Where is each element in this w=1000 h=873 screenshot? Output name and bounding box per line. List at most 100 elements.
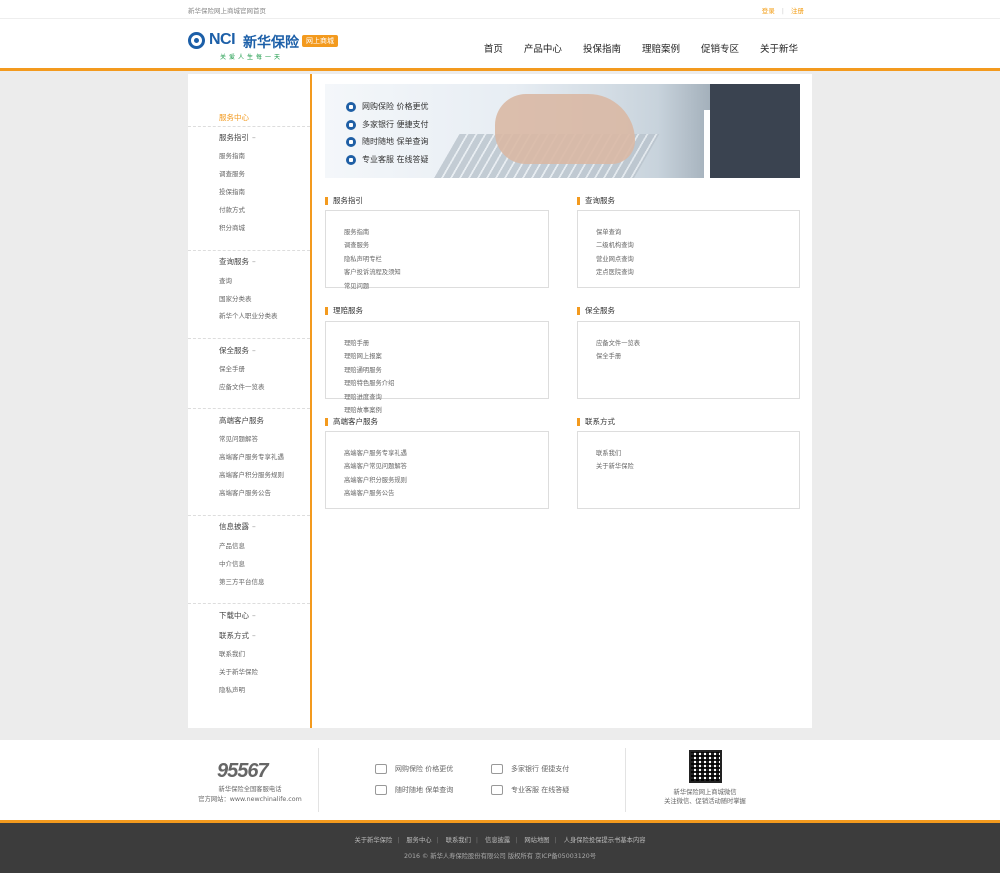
sidebar-item[interactable]: 中介信息	[219, 558, 245, 568]
sidebar-item[interactable]: 高端客户服务公告	[219, 487, 271, 497]
copyright: 2016 © 新华人寿保险股份有限公司 版权所有 京ICP备05003120号	[403, 853, 597, 860]
sidebar-item[interactable]: 投保指南	[219, 186, 245, 196]
nav-guide[interactable]: 投保指南	[583, 41, 621, 55]
site-header: NCI 新华保险 网上商城 关爱人生每一天 首页 产品中心 投保指南 理赔案例 …	[0, 19, 1000, 71]
section-link[interactable]: 客户投诉流程及须知	[344, 267, 401, 276]
section-title: 理赔服务	[325, 307, 363, 315]
sidebar-divider	[188, 338, 310, 339]
nav-home[interactable]: 首页	[484, 41, 503, 55]
footer-link[interactable]: 服务中心	[406, 837, 431, 844]
site-footer: 95567 新华保险全国客服电话 官方网站：www.newchinalife.c…	[0, 740, 1000, 820]
sidebar-item[interactable]: 国家分类表	[219, 293, 252, 303]
section-box: 保单查询 二级机构查询 营业网点查询 定点医院查询	[577, 210, 800, 288]
footer-divider	[318, 748, 319, 812]
section-link[interactable]: 理赔网上报案	[344, 351, 382, 360]
section-title: 服务指引	[325, 197, 363, 205]
sidebar-item[interactable]: 高端客户积分服务规则	[219, 469, 284, 479]
sidebar-group-title[interactable]: 高端客户服务	[219, 415, 264, 426]
official-website: 官方网站：www.newchinalife.com	[198, 796, 302, 803]
section-link[interactable]: 营业网点查询	[596, 254, 634, 263]
section-link[interactable]: 隐私声明专栏	[344, 254, 382, 263]
nav-promotions[interactable]: 促销专区	[701, 41, 739, 55]
section-link[interactable]: 关于新华保险	[596, 461, 634, 470]
section-link[interactable]: 保全手册	[596, 351, 621, 360]
sidebar-item[interactable]: 第三方平台信息	[219, 576, 265, 586]
section-box: 联系我们 关于新华保险	[577, 431, 800, 509]
section-link[interactable]: 保单查询	[596, 227, 621, 236]
section-link[interactable]: 理赔进度查询	[344, 392, 382, 401]
sidebar-item[interactable]: 调查服务	[219, 168, 245, 178]
sidebar-group-title[interactable]: 联系方式 –	[219, 630, 256, 641]
section-box: 高端客户服务专享礼遇 高端客户常见问题解答 高端客户积分服务规则 高端客户服务公…	[325, 431, 549, 509]
sidebar-item[interactable]: 付款方式	[219, 204, 245, 214]
headset-icon	[346, 154, 356, 165]
sidebar-group-title[interactable]: 服务指引 –	[219, 132, 256, 143]
banner-feature: 随时随地 保单查询	[346, 136, 429, 147]
sidebar-active-title[interactable]: 服务中心	[219, 112, 249, 123]
sidebar-item[interactable]: 积分商城	[219, 222, 245, 232]
sidebar-item[interactable]: 常见问题解答	[219, 433, 258, 443]
section-link[interactable]: 常见问题	[344, 281, 369, 290]
footer-bottom-bar: 关于新华保险 | 服务中心 | 联系我们 | 信息披露 | 网站地图 | 人身保险投保提示…	[0, 820, 1000, 873]
sidebar-item[interactable]: 服务指南	[219, 150, 245, 160]
section-link[interactable]: 应备文件一览表	[596, 338, 640, 347]
footer-links: 关于新华保险 | 服务中心 | 联系我们 | 信息披露 | 网站地图 | 人身保险投保提示…	[354, 837, 646, 844]
sidebar-item[interactable]: 隐私声明	[219, 684, 245, 694]
footer-link[interactable]: 网站地图	[524, 837, 549, 844]
section-link[interactable]: 联系我们	[596, 448, 621, 457]
section-link[interactable]: 理赔手册	[344, 338, 369, 347]
sidebar-group-title[interactable]: 查询服务 –	[219, 256, 256, 267]
sidebar-group-title[interactable]: 下载中心 –	[219, 610, 256, 621]
footer-link[interactable]: 联系我们	[446, 837, 471, 844]
footer-service: 多家银行 便捷支付	[491, 764, 569, 774]
login-link[interactable]: 登录	[762, 7, 775, 15]
banner-feature: 网购保险 价格更优	[346, 101, 429, 112]
sidebar-group-title[interactable]: 信息披露 –	[219, 521, 256, 532]
sidebar-item[interactable]: 保全手册	[219, 363, 245, 373]
sidebar-item[interactable]: 查询	[219, 275, 232, 285]
sidebar-item[interactable]: 新华个人职业分类表	[219, 310, 278, 320]
section-link[interactable]: 定点医院查询	[596, 267, 634, 276]
section-link[interactable]: 高端客户积分服务规则	[344, 475, 407, 484]
nav-about[interactable]: 关于新华	[760, 41, 798, 55]
section-link[interactable]: 调查服务	[344, 240, 369, 249]
main-nav: 首页 产品中心 投保指南 理赔案例 促销专区 关于新华	[484, 41, 798, 55]
nav-products[interactable]: 产品中心	[524, 41, 562, 55]
search-icon	[346, 136, 356, 147]
logo-mark-icon	[188, 32, 205, 49]
sidebar-item[interactable]: 关于新华保险	[219, 666, 258, 676]
section-link[interactable]: 高端客户服务公告	[344, 488, 394, 497]
sidebar-divider	[188, 515, 310, 516]
sidebar-item[interactable]: 产品信息	[219, 540, 245, 550]
banner-feature: 多家银行 便捷支付	[346, 119, 429, 130]
section-link[interactable]: 二级机构查询	[596, 240, 634, 249]
section-link[interactable]: 高端客户常见问题解答	[344, 461, 407, 470]
sidebar-item[interactable]: 联系我们	[219, 648, 245, 658]
register-link[interactable]: 注册	[791, 7, 804, 15]
sidebar-divider	[188, 603, 310, 604]
cart-icon	[346, 101, 356, 112]
bank-card-icon	[346, 119, 356, 130]
sidebar-divider	[188, 250, 310, 251]
footer-link[interactable]: 人身保险投保提示书基本内容	[564, 837, 646, 844]
footer-link[interactable]: 关于新华保险	[354, 837, 392, 844]
section-link[interactable]: 理赔故事案例	[344, 405, 382, 414]
logo-badge: 网上商城	[302, 35, 338, 47]
logo-slogan: 关爱人生每一天	[220, 54, 284, 61]
site-logo[interactable]: NCI 新华保险 网上商城 关爱人生每一天	[188, 31, 348, 61]
footer-link[interactable]: 信息披露	[485, 837, 510, 844]
qr-caption: 新华保险网上商城微信	[673, 789, 737, 796]
logo-chinese: 新华保险	[243, 35, 299, 51]
sidebar-item[interactable]: 应备文件一览表	[219, 381, 265, 391]
section-link[interactable]: 高端客户服务专享礼遇	[344, 448, 407, 457]
section-link[interactable]: 理赔通明服务	[344, 365, 382, 374]
sidebar-group-title[interactable]: 保全服务 –	[219, 345, 256, 356]
hand-illustration	[495, 94, 635, 164]
service-banner: 网购保险 价格更优 多家银行 便捷支付 随时随地 保单查询 专业客服 在线答疑	[325, 84, 800, 178]
section-link[interactable]: 理赔特色服务介绍	[344, 378, 394, 387]
nav-claims[interactable]: 理赔案例	[642, 41, 680, 55]
sleeve-illustration	[710, 84, 800, 178]
section-link[interactable]: 服务指南	[344, 227, 369, 236]
sidebar-item[interactable]: 高端客户服务专享礼遇	[219, 451, 284, 461]
section-title: 保全服务	[577, 307, 615, 315]
